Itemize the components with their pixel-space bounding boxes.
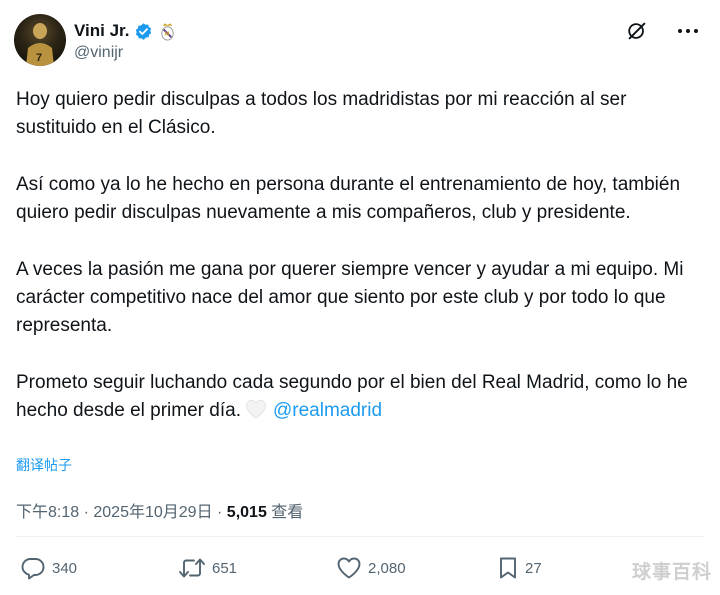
repost-button[interactable]: 651: [178, 548, 237, 588]
post-date[interactable]: 2025年10月29日: [93, 504, 212, 521]
meta-separator: ·: [79, 504, 94, 521]
heart-icon: [336, 556, 362, 580]
more-options-icon[interactable]: [676, 20, 700, 42]
grok-icon[interactable]: [626, 20, 648, 42]
like-count: 2,080: [368, 559, 406, 577]
white-heart-icon: [245, 399, 267, 428]
repost-icon: [178, 556, 206, 580]
tweet-header: 7 Vini Jr. M @vinijr: [14, 14, 706, 70]
mention-link[interactable]: @realmadrid: [273, 400, 382, 421]
tweet-paragraph: A veces la pasión me gana por querer sie…: [16, 259, 684, 336]
display-name[interactable]: Vini Jr.: [74, 21, 129, 41]
tweet-paragraph: Así como ya lo he hecho en persona duran…: [16, 174, 681, 223]
tweet-paragraph-final: Prometo seguir luchando cada segundo por…: [16, 369, 706, 428]
meta-separator: ·: [212, 504, 227, 521]
repost-count: 651: [212, 559, 238, 577]
watermark: 球事百科: [631, 562, 712, 583]
tweet-paragraph: Hoy quiero pedir disculpas a todos los m…: [16, 89, 627, 138]
handle[interactable]: @vinijr: [74, 44, 123, 62]
name-row: Vini Jr. M: [74, 20, 177, 42]
tweet-text: Hoy quiero pedir disculpas a todos los m…: [16, 86, 706, 428]
svg-text:7: 7: [36, 52, 42, 64]
reply-button[interactable]: 340: [20, 548, 77, 588]
reply-icon: [20, 556, 46, 580]
tweet: 7 Vini Jr. M @vinijr Hoy quiero pedir di…: [0, 0, 720, 595]
bookmark-count: 27: [525, 559, 542, 577]
real-madrid-crest-icon: M: [158, 22, 177, 41]
tweet-meta: 下午8:18 · 2025年10月29日 · 5,015 查看: [16, 498, 303, 522]
views-label: 查看: [271, 504, 304, 521]
translate-post-link[interactable]: 翻译帖子: [16, 455, 72, 475]
divider: [16, 536, 704, 537]
avatar[interactable]: 7: [14, 14, 66, 66]
bookmark-button[interactable]: 27: [497, 548, 542, 588]
like-button[interactable]: 2,080: [336, 548, 406, 588]
views-count: 5,015: [226, 504, 267, 521]
action-bar: 340 651 2,080 27: [0, 548, 720, 588]
bookmark-icon: [497, 556, 519, 580]
verified-badge-icon: [134, 22, 153, 41]
svg-text:M: M: [165, 31, 170, 37]
reply-count: 340: [52, 559, 78, 577]
post-time[interactable]: 下午8:18: [16, 504, 79, 521]
